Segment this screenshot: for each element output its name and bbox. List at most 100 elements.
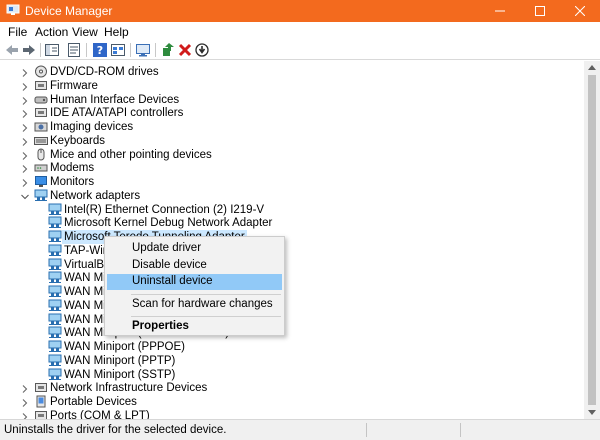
network-adapter-icon	[48, 313, 62, 326]
tree-item-label: WAN Miniport (PPPOE)	[64, 341, 185, 353]
toolbar-separator	[130, 43, 131, 57]
tree-category-item[interactable]: Monitors	[0, 175, 584, 189]
back-icon[interactable]	[4, 42, 20, 58]
tree-category-item[interactable]: Network Infrastructure Devices	[0, 381, 584, 395]
menu-help[interactable]: Help	[104, 25, 129, 39]
tree-device-item[interactable]: WAN Miniport (PPTP)	[0, 354, 584, 368]
monitor-icon	[34, 175, 48, 188]
tree-device-item[interactable]: WAN Miniport (SSTP)	[0, 368, 584, 382]
menu-view[interactable]: View	[72, 25, 98, 39]
context-uninstall-device[interactable]: Uninstall device	[107, 274, 282, 290]
tree-category-item[interactable]: Human Interface Devices	[0, 93, 584, 107]
chevron-right-icon[interactable]	[20, 67, 30, 77]
tree-device-item[interactable]: Microsoft Teredo Tunneling Adapter	[0, 230, 584, 244]
update-driver-icon[interactable]	[160, 42, 176, 58]
tree-category-item[interactable]: Mice and other pointing devices	[0, 148, 584, 162]
tree-item-label: Modems	[50, 162, 95, 175]
maximize-icon	[535, 6, 545, 16]
scroll-down-icon	[588, 410, 596, 415]
chevron-down-icon[interactable]	[20, 191, 30, 201]
tree-device-item[interactable]: TAP-Windows Adapter V9	[0, 244, 584, 258]
tree-item-label: Firmware	[50, 79, 98, 92]
ide-controller-icon	[34, 106, 48, 119]
tree-item-label: Keyboards	[50, 134, 105, 147]
chevron-right-icon[interactable]	[20, 108, 30, 119]
scroll-up-icon	[588, 65, 596, 70]
tree-device-item[interactable]: VirtualBox Host-Only Ethernet Adapter	[0, 258, 584, 272]
title-bar: Device Manager	[0, 0, 600, 22]
uninstall-icon[interactable]	[177, 42, 193, 58]
close-button[interactable]	[560, 0, 600, 22]
tree-item-label: Network Infrastructure Devices	[50, 382, 208, 395]
tree-item-label: Human Interface Devices	[50, 93, 180, 106]
context-separator	[131, 294, 281, 295]
help-icon[interactable]: ?	[92, 42, 108, 58]
network-adapter-icon	[48, 230, 62, 243]
tree-item-label: Ports (COM & LPT)	[50, 409, 150, 419]
tree-category-item[interactable]: Modems	[0, 161, 584, 175]
disable-device-icon[interactable]	[194, 42, 210, 58]
tree-device-item[interactable]: WAN Miniport (PPPOE)	[0, 340, 584, 354]
scroll-thumb[interactable]	[588, 75, 596, 405]
forward-icon[interactable]	[21, 42, 37, 58]
network-adapter-icon	[48, 216, 62, 229]
context-disable-device[interactable]: Disable device	[107, 258, 282, 274]
tree-category-item[interactable]: Firmware	[0, 79, 584, 93]
tree-device-item[interactable]: WAN Miniport (Network Monitor)	[0, 326, 584, 340]
context-separator	[131, 316, 281, 317]
chevron-right-icon[interactable]	[20, 81, 30, 91]
minimize-button[interactable]	[480, 0, 520, 22]
chevron-right-icon[interactable]	[20, 177, 30, 187]
context-properties[interactable]: Properties	[107, 319, 282, 335]
chevron-right-icon[interactable]	[20, 95, 30, 105]
menu-file[interactable]: File	[8, 25, 27, 39]
network-adapter-icon	[48, 285, 62, 298]
tree-category-item[interactable]: DVD/CD-ROM drives	[0, 65, 584, 79]
menu-bar: File Action View Help	[0, 22, 600, 40]
maximize-button[interactable]	[520, 0, 560, 22]
tree-item-label: Microsoft Kernel Debug Network Adapter	[64, 217, 273, 230]
show-hide-console-tree-icon[interactable]	[44, 42, 60, 58]
toolbar-separator	[40, 43, 41, 57]
tree-item-label: Monitors	[50, 176, 95, 188]
minimize-icon	[495, 10, 505, 12]
tree-category-item[interactable]: Ports (COM & LPT)	[0, 409, 584, 419]
modem-icon	[34, 161, 48, 174]
tree-device-item[interactable]: WAN Miniport (IPv6)	[0, 299, 584, 313]
status-divider	[460, 423, 461, 437]
svg-text:?: ?	[97, 44, 103, 57]
mouse-icon	[34, 148, 48, 161]
chevron-right-icon[interactable]	[20, 122, 30, 132]
tree-category-item[interactable]: Portable Devices	[0, 395, 584, 409]
tree-device-item[interactable]: WAN Miniport (IP)	[0, 285, 584, 299]
properties-icon[interactable]	[66, 42, 82, 58]
tree-category-item[interactable]: IDE ATA/ATAPI controllers	[0, 106, 584, 120]
tree-device-item[interactable]: WAN Miniport (IKEv2)	[0, 271, 584, 285]
network-adapter-icon	[48, 354, 62, 367]
network-adapter-icon	[48, 258, 62, 271]
chevron-right-icon[interactable]	[20, 397, 30, 407]
chevron-right-icon[interactable]	[20, 150, 30, 160]
status-bar: Uninstalls the driver for the selected d…	[0, 419, 600, 440]
close-icon	[575, 6, 585, 16]
device-tree[interactable]: DVD/CD-ROM drives Firmware Human Interface…	[0, 61, 584, 419]
chevron-right-icon[interactable]	[20, 383, 30, 394]
context-update-driver[interactable]: Update driver	[107, 241, 282, 257]
tree-device-item[interactable]: Microsoft Kernel Debug Network Adapter	[0, 216, 584, 230]
tree-device-item[interactable]: WAN Miniport (L2TP)	[0, 313, 584, 327]
port-icon	[34, 409, 48, 419]
tree-device-item[interactable]: Intel(R) Ethernet Connection (2) I219-V	[0, 203, 584, 217]
view-icon[interactable]	[110, 42, 126, 58]
scan-hardware-icon[interactable]	[135, 42, 151, 58]
chevron-right-icon[interactable]	[20, 411, 30, 419]
tree-category-item[interactable]: Network adapters	[0, 189, 584, 203]
chevron-right-icon[interactable]	[20, 163, 30, 174]
vertical-scrollbar[interactable]	[584, 61, 600, 419]
menu-action[interactable]: Action	[35, 25, 68, 39]
tree-category-item[interactable]: Imaging devices	[0, 120, 584, 134]
chevron-right-icon[interactable]	[20, 136, 30, 146]
network-adapter-icon	[48, 326, 62, 339]
tree-item-label: Imaging devices	[50, 121, 134, 133]
context-scan-hardware[interactable]: Scan for hardware changes	[107, 297, 282, 313]
tree-category-item[interactable]: Keyboards	[0, 134, 584, 148]
